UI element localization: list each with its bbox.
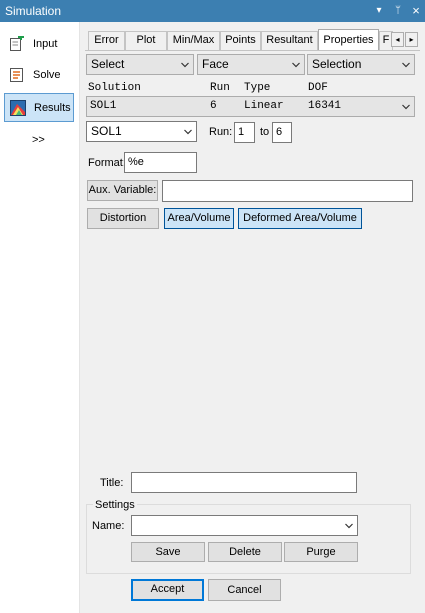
selection-dropdown[interactable]: Selection [307, 54, 415, 75]
settings-legend: Settings [93, 499, 137, 511]
run-label: Run: [209, 126, 233, 138]
sidebar-item-results[interactable]: Results [4, 93, 74, 122]
tab-scroll-right-button[interactable]: ▸ [405, 32, 418, 47]
solution-name: SOL1 [90, 100, 117, 112]
tab-scroll-left-button[interactable]: ◂ [391, 32, 404, 47]
aux-variable-button[interactable]: Aux. Variable: [87, 180, 158, 201]
tab-resultant[interactable]: Resultant [261, 31, 318, 50]
format-label: Format: [88, 157, 126, 169]
column-header-type: Type [244, 82, 271, 94]
tab-strip: Error Plot Min/Max Points Resultant Prop… [85, 29, 420, 50]
dropdown-icon[interactable]: ▾ [372, 3, 386, 18]
name-label: Name: [92, 520, 125, 532]
purge-button[interactable]: Purge [284, 542, 358, 562]
expand-sidebar-button[interactable]: >> [32, 134, 45, 146]
chevron-down-icon [345, 523, 353, 529]
settings-group: Settings Name: Save Delete Purge [86, 499, 411, 574]
input-icon [9, 34, 25, 52]
column-header-solution: Solution [88, 82, 141, 94]
chevron-down-icon [402, 104, 410, 110]
solution-row-dropdown[interactable]: SOL1 6 Linear 16341 [86, 96, 415, 117]
to-label: to [260, 126, 270, 138]
tab-divider [85, 50, 420, 51]
select-filter-value: Select [91, 57, 125, 71]
chevron-down-icon [402, 62, 410, 68]
title-label: Title: [100, 477, 124, 489]
chevron-down-icon [181, 62, 189, 68]
window-titlebar: Simulation ▾ ᛘ × [0, 0, 425, 22]
title-input[interactable] [131, 472, 357, 493]
window-title: Simulation [5, 4, 62, 18]
properties-panel: Error Plot Min/Max Points Resultant Prop… [80, 22, 425, 613]
pin-icon[interactable]: ᛘ [391, 3, 405, 18]
entity-type-value: Face [202, 57, 229, 71]
tab-properties[interactable]: Properties [318, 29, 379, 50]
chevron-down-icon [184, 129, 192, 135]
solution-select[interactable]: SOL1 [86, 121, 197, 142]
solution-run: 6 [210, 100, 217, 112]
tab-error[interactable]: Error [88, 31, 125, 50]
tab-plot[interactable]: Plot [125, 31, 167, 50]
distortion-button[interactable]: Distortion [87, 208, 159, 229]
solution-select-value: SOL1 [91, 124, 122, 138]
solution-type: Linear [244, 100, 284, 112]
aux-variable-input[interactable] [162, 180, 413, 202]
sidebar-item-label: Solve [33, 69, 61, 81]
results-icon [10, 99, 26, 116]
sidebar: Input Solve Results >> [0, 22, 80, 613]
sidebar-item-solve[interactable]: Solve [4, 61, 74, 89]
tab-min-max[interactable]: Min/Max [167, 31, 220, 50]
accept-button[interactable]: Accept [131, 579, 204, 601]
sidebar-item-label: Results [34, 101, 71, 114]
solution-dof: 16341 [308, 100, 342, 112]
column-header-dof: DOF [308, 82, 328, 94]
select-filter-dropdown[interactable]: Select [86, 54, 194, 75]
cancel-button[interactable]: Cancel [208, 579, 281, 601]
format-input[interactable]: %e [124, 152, 197, 173]
run-to-input[interactable]: 6 [272, 122, 292, 143]
selection-value: Selection [312, 57, 362, 71]
sidebar-item-label: Input [33, 38, 58, 50]
delete-button[interactable]: Delete [208, 542, 282, 562]
sidebar-item-input[interactable]: Input [4, 30, 74, 58]
close-icon[interactable]: × [409, 3, 423, 18]
area-volume-toggle[interactable]: Area/Volume [164, 208, 234, 229]
tab-points[interactable]: Points [220, 31, 261, 50]
save-button[interactable]: Save [131, 542, 205, 562]
deformed-area-volume-toggle[interactable]: Deformed Area/Volume [238, 208, 362, 229]
settings-name-dropdown[interactable] [131, 515, 358, 536]
chevron-down-icon [292, 62, 300, 68]
entity-type-dropdown[interactable]: Face [197, 54, 305, 75]
column-header-run: Run [210, 82, 230, 94]
solve-icon [9, 67, 25, 83]
run-from-input[interactable]: 1 [234, 122, 255, 143]
